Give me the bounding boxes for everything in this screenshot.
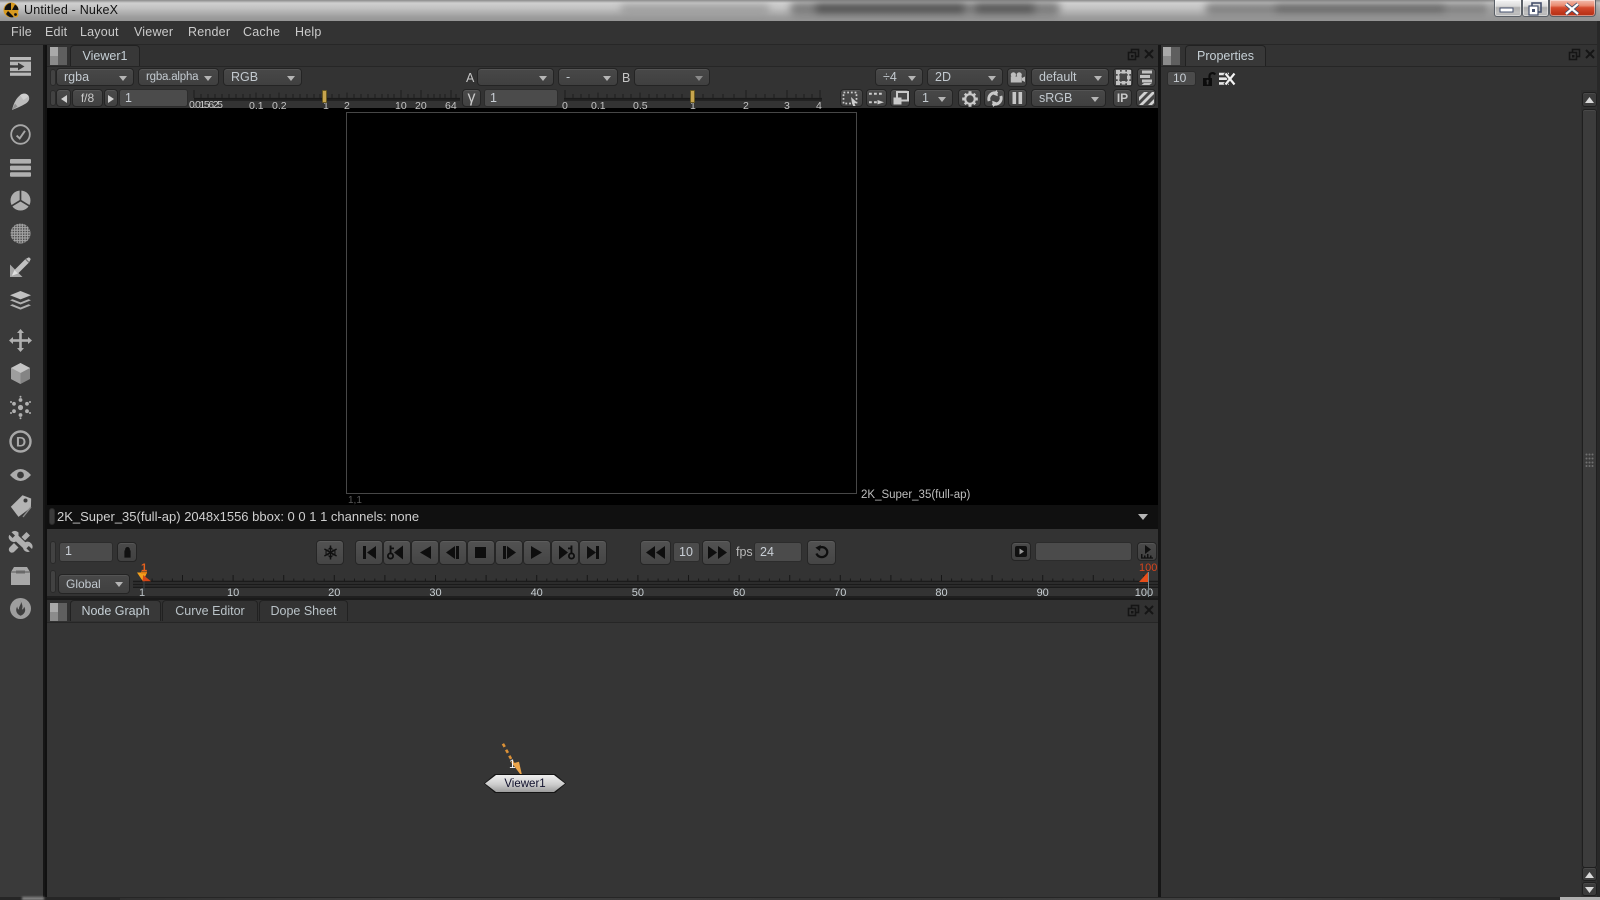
svg-text:D: D xyxy=(16,434,26,450)
